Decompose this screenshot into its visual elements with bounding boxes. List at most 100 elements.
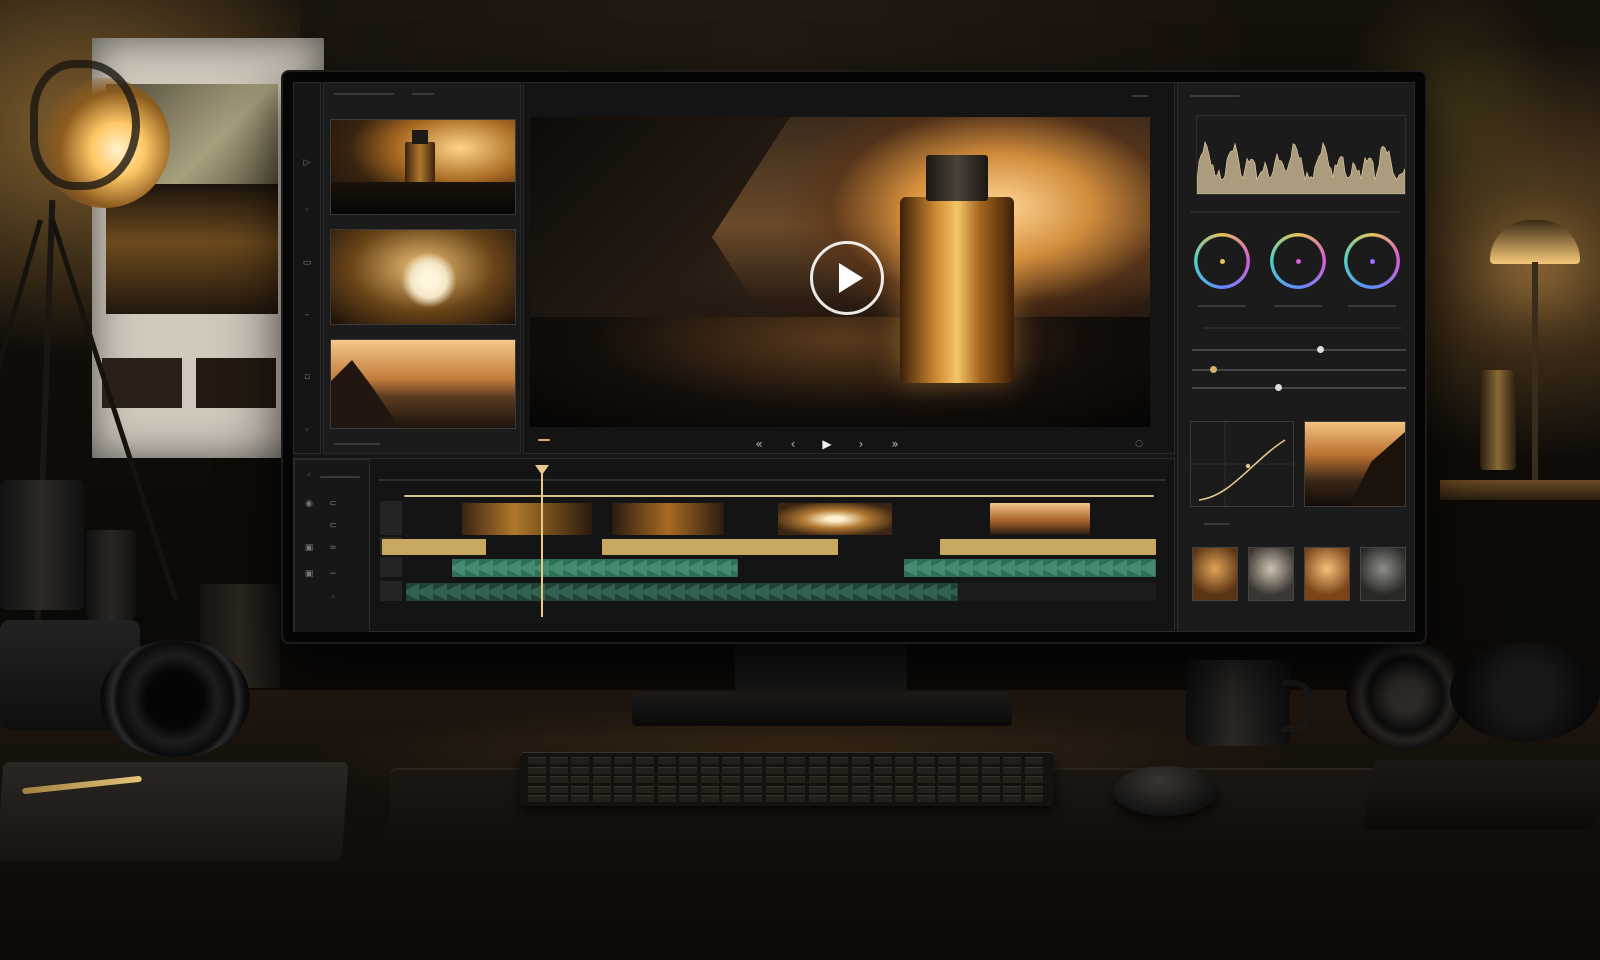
keyboard-key[interactable] [960, 795, 978, 803]
keyboard-key[interactable] [549, 776, 568, 784]
bin-scrollbar[interactable] [334, 443, 380, 445]
reference-still[interactable] [1304, 421, 1406, 507]
keyboard-key[interactable] [679, 795, 698, 803]
keyboard-key[interactable] [938, 757, 957, 764]
keyboard-key[interactable] [722, 776, 741, 784]
keyboard-key[interactable] [744, 766, 762, 774]
keyboard-key[interactable] [592, 766, 611, 774]
wheel-center-dot[interactable] [1296, 259, 1301, 264]
keyboard-key[interactable] [592, 776, 611, 784]
keyboard-key[interactable] [657, 785, 676, 793]
keyboard-key[interactable] [938, 795, 957, 803]
slider-track[interactable] [1192, 384, 1406, 391]
gallery-still[interactable] [1360, 547, 1406, 601]
keyboard-key[interactable] [679, 766, 698, 774]
keyboard-key[interactable] [938, 776, 957, 784]
keyboard-key[interactable] [700, 776, 719, 784]
keyboard-key[interactable] [528, 757, 546, 764]
keyboard-key[interactable] [895, 757, 914, 764]
media-thumb-perfume[interactable] [330, 119, 516, 215]
keyboard-key[interactable] [744, 776, 762, 784]
keyboard-key[interactable] [1003, 766, 1022, 774]
title-clip[interactable] [940, 539, 1156, 555]
keyboard-key[interactable] [765, 757, 784, 764]
keyboard-key[interactable] [765, 776, 784, 784]
keyboard-key[interactable] [528, 785, 546, 793]
slider-knob[interactable] [1317, 346, 1325, 353]
keyboard-key[interactable] [873, 776, 892, 784]
keyboard-key[interactable] [916, 776, 935, 784]
keyboard-key[interactable] [895, 766, 914, 774]
work-area-bar[interactable] [404, 495, 1154, 497]
keyboard-key[interactable] [636, 785, 654, 793]
keyboard-key[interactable] [981, 766, 1000, 774]
wheel-center-dot[interactable] [1370, 259, 1375, 264]
solo-icon[interactable]: ▣ [304, 569, 314, 579]
keyboard-key[interactable] [765, 795, 784, 803]
keyboard-key[interactable] [722, 757, 741, 764]
gallery-still[interactable] [1248, 547, 1294, 601]
trim-tool-icon[interactable]: ◦ [302, 206, 312, 216]
keyboard-key[interactable] [960, 785, 978, 793]
playhead-handle[interactable] [535, 465, 550, 475]
keyboard-key[interactable] [981, 757, 1000, 764]
video-clip-perfume-2[interactable] [612, 503, 724, 535]
keyboard-key[interactable] [657, 766, 676, 774]
viewer-scrub[interactable] [538, 439, 550, 441]
media-thumb-sunset[interactable] [330, 339, 516, 429]
playhead[interactable] [535, 465, 550, 617]
keyboard-key[interactable] [787, 766, 806, 774]
cut-tool-icon[interactable]: ▭ [302, 258, 312, 268]
timeline-ruler[interactable] [378, 479, 1166, 481]
select-tool-icon[interactable]: ▷ [302, 158, 312, 168]
track-label-a1[interactable] [380, 557, 402, 577]
keyboard-key[interactable] [916, 766, 935, 774]
keyboard-key[interactable] [787, 757, 806, 764]
keyboard-key[interactable] [960, 766, 978, 774]
keyboard-key[interactable] [700, 785, 719, 793]
keyboard-key[interactable] [636, 776, 654, 784]
keyboard-key[interactable] [916, 785, 935, 793]
keyboard-key[interactable] [571, 757, 590, 764]
keyboard-key[interactable] [528, 795, 546, 803]
skip-back-icon[interactable]: « [751, 437, 767, 451]
keyboard-key[interactable] [981, 776, 1000, 784]
mouse[interactable] [1113, 766, 1217, 816]
keyboard-key[interactable] [830, 795, 849, 803]
keyboard-key[interactable] [852, 785, 870, 793]
keyboard-key[interactable] [895, 795, 914, 803]
fullscreen-icon[interactable]: ○ [1134, 439, 1144, 449]
track-label-v1[interactable] [380, 501, 402, 535]
keyboard-key[interactable] [636, 766, 654, 774]
audio-clip[interactable] [452, 559, 738, 577]
keyboard-key[interactable] [981, 785, 1000, 793]
keyboard-key[interactable] [722, 766, 741, 774]
keyboard-key[interactable] [614, 757, 633, 764]
keyboard-key[interactable] [873, 766, 892, 774]
step-forward-icon[interactable]: › [853, 437, 869, 451]
keyboard-key[interactable] [744, 785, 762, 793]
slider-knob[interactable] [1274, 384, 1282, 391]
keyboard-key[interactable] [1024, 766, 1043, 774]
keyboard-key[interactable] [549, 757, 568, 764]
keyboard-key[interactable] [1024, 795, 1043, 803]
keyboard-key[interactable] [938, 766, 957, 774]
wheel-center-dot[interactable] [1220, 259, 1225, 264]
skip-forward-icon[interactable]: » [887, 437, 903, 451]
keyboard-key[interactable] [852, 757, 870, 764]
keyboard-key[interactable] [571, 795, 590, 803]
keyboard-key[interactable] [657, 795, 676, 803]
keyboard-key[interactable] [873, 757, 892, 764]
keyboard-key[interactable] [960, 776, 978, 784]
keyboard-key[interactable] [614, 785, 633, 793]
keyboard-key[interactable] [592, 785, 611, 793]
keyboard-key[interactable] [787, 795, 806, 803]
keyboard-key[interactable] [830, 757, 849, 764]
keyboard-key[interactable] [808, 795, 827, 803]
step-back-icon[interactable]: ‹ [785, 437, 801, 451]
audio-tool-icon[interactable]: ▫ [302, 372, 312, 382]
gallery-still[interactable] [1192, 547, 1238, 601]
keyboard-key[interactable] [808, 785, 827, 793]
keyboard-key[interactable] [938, 785, 957, 793]
keyboard-key[interactable] [1024, 785, 1043, 793]
